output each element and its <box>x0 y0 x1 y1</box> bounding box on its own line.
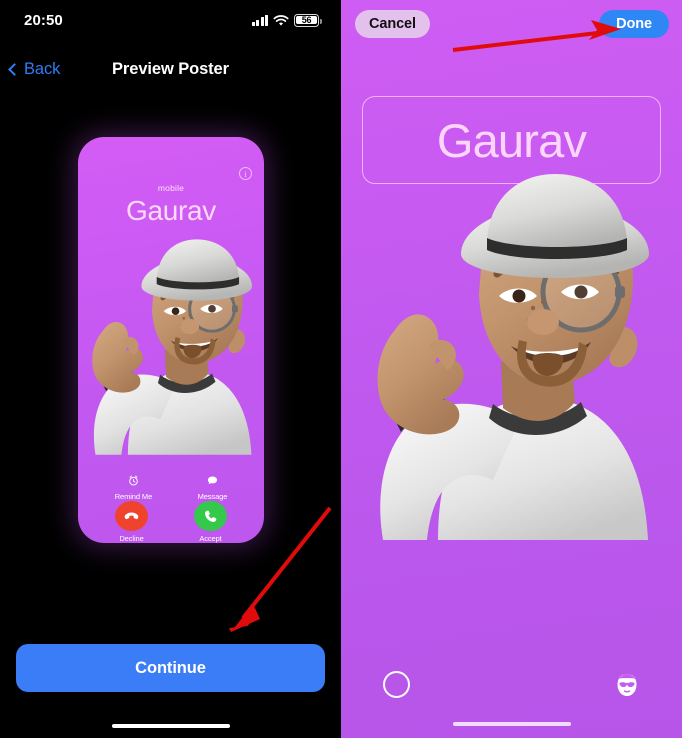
cancel-button[interactable]: Cancel <box>355 10 430 38</box>
status-bar-indicators: 56 <box>251 13 322 27</box>
home-indicator <box>111 723 230 728</box>
message-label: Message <box>197 492 228 501</box>
app-screen: 20:50 56 Back Preview Poster i mobile Ga… <box>0 0 682 738</box>
phone-icon <box>194 501 227 531</box>
caller-name: Gaurav <box>125 195 217 226</box>
editor-bottom-bar <box>341 652 682 738</box>
color-circle-icon[interactable] <box>383 671 410 698</box>
home-indicator-right <box>452 721 571 726</box>
secondary-actions-row: Remind Me Message <box>78 475 264 501</box>
memoji-face-icon[interactable] <box>614 672 640 698</box>
message-button[interactable]: Message <box>197 475 228 501</box>
poster-preview-card[interactable]: i mobile Gaurav Remind Me Message Declin… <box>78 137 264 543</box>
editor-toolbar: Cancel Done <box>341 0 682 48</box>
preview-poster-panel: 20:50 56 Back Preview Poster i mobile Ga… <box>0 0 341 738</box>
alarm-clock-icon <box>128 475 139 489</box>
accept-label: Accept <box>199 534 222 543</box>
info-circle-icon[interactable]: i <box>239 167 252 180</box>
caller-label: mobile <box>157 183 185 193</box>
remind-me-button[interactable]: Remind Me <box>115 475 152 501</box>
accept-button[interactable]: Accept <box>194 501 227 543</box>
navigation-bar: Back Preview Poster <box>0 52 341 86</box>
remind-me-label: Remind Me <box>114 492 153 501</box>
status-bar: 20:50 56 <box>0 0 341 40</box>
memoji-avatar-large[interactable] <box>343 150 682 590</box>
memoji-avatar <box>78 225 264 455</box>
continue-button[interactable]: Continue <box>16 644 325 692</box>
page-title: Preview Poster <box>112 59 229 78</box>
poster-editor-panel: Cancel Done Gaurav <box>341 0 682 738</box>
battery-level-label: 56 <box>301 15 312 25</box>
decline-label: Decline <box>119 534 144 543</box>
phone-down-icon <box>115 501 148 531</box>
done-button[interactable]: Done <box>599 10 669 38</box>
message-bubble-icon <box>207 475 218 489</box>
call-actions-row: Decline Accept <box>78 501 264 543</box>
status-bar-time: 20:50 <box>24 11 63 29</box>
decline-button[interactable]: Decline <box>115 501 148 543</box>
wifi-icon <box>273 14 289 26</box>
cellular-signal-icon <box>251 14 268 26</box>
battery-icon: 56 <box>294 13 322 27</box>
